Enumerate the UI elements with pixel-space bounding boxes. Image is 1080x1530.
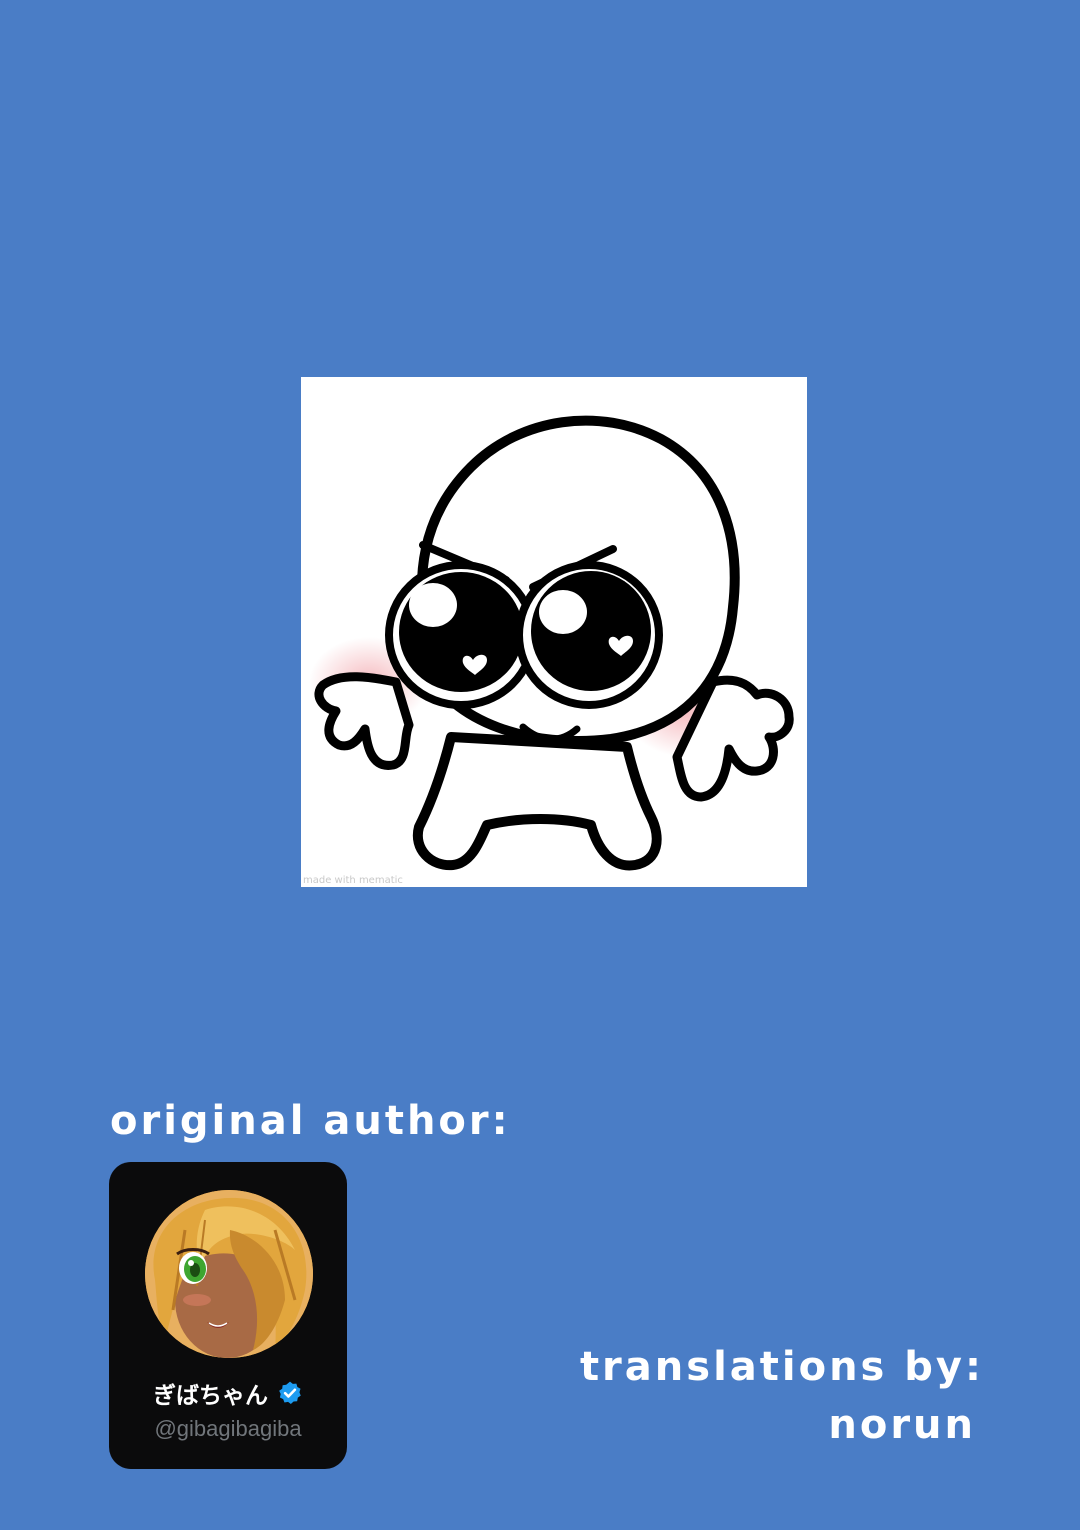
right-eye-pupil (531, 571, 651, 691)
left-hand (314, 672, 414, 770)
author-avatar[interactable] (145, 1190, 313, 1358)
translations-by-label: translations by: (579, 1344, 984, 1390)
original-author-label: original author: (110, 1098, 511, 1144)
anime-avatar-illustration (145, 1190, 313, 1358)
angry-doodle-illustration (309, 415, 794, 871)
meme-image: made with mematic (301, 377, 807, 887)
author-handle[interactable]: @gibagibagiba (109, 1416, 347, 1442)
mematic-watermark: made with mematic (303, 875, 403, 886)
translator-name: norun (828, 1402, 976, 1448)
author-profile-card[interactable]: ぎばちゃん @gibagibagiba (109, 1162, 347, 1469)
body (412, 732, 662, 871)
left-eye-highlight (409, 583, 457, 627)
right-eye-highlight (539, 590, 587, 634)
verified-badge-icon (277, 1380, 303, 1406)
author-display-name[interactable]: ぎばちゃん (153, 1383, 268, 1409)
author-name-row: ぎばちゃん (109, 1376, 347, 1410)
